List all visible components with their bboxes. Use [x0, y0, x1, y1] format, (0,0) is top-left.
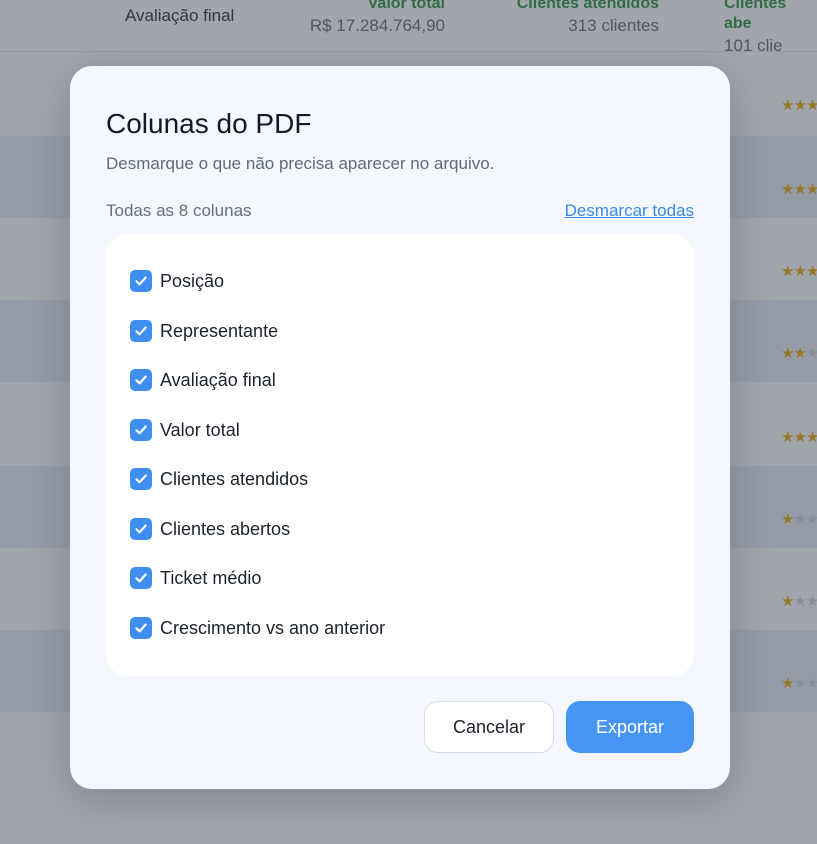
check-icon [135, 573, 147, 583]
column-checkbox-label: Crescimento vs ano anterior [160, 617, 386, 638]
columns-count: Todas as 8 colunas [106, 201, 252, 220]
check-icon [135, 375, 147, 385]
column-checkbox-label: Valor total [160, 419, 240, 440]
checkbox[interactable] [130, 518, 152, 540]
column-checkbox-item[interactable]: Clientes atendidos [130, 466, 308, 492]
check-icon [135, 425, 147, 435]
check-icon [135, 524, 147, 534]
check-icon [135, 623, 147, 633]
column-checkbox-item[interactable]: Posição [130, 268, 224, 294]
checkbox[interactable] [130, 320, 152, 342]
check-icon [135, 276, 147, 286]
column-checkbox-label: Ticket médio [160, 567, 262, 588]
export-button[interactable]: Exportar [566, 701, 694, 753]
checkbox[interactable] [130, 567, 152, 589]
checkbox[interactable] [130, 369, 152, 391]
checkbox[interactable] [130, 617, 152, 639]
check-icon [135, 326, 147, 336]
column-checkbox-item[interactable]: Avaliação final [130, 367, 276, 393]
uncheck-all-link[interactable]: Desmarcar todas [565, 201, 694, 221]
column-checkbox-label: Representante [160, 320, 279, 341]
column-checkbox-label: Clientes atendidos [160, 468, 309, 489]
checkbox[interactable] [130, 419, 152, 441]
dialog-subtitle: Desmarque o que não precisa aparecer no … [106, 154, 495, 173]
column-checkbox-label: Clientes abertos [160, 518, 291, 539]
check-icon [135, 474, 147, 484]
column-checkbox-item[interactable]: Valor total [130, 417, 240, 443]
column-checkbox-item[interactable]: Ticket médio [130, 565, 261, 591]
column-checkbox-item[interactable]: Clientes abertos [130, 516, 290, 542]
cancel-button[interactable]: Cancelar [424, 701, 554, 753]
checkbox[interactable] [130, 270, 152, 292]
column-checkbox-label: Posição [160, 270, 225, 291]
columns-checklist: Posição Representante Avaliação final Valor… [106, 234, 694, 676]
checkbox[interactable] [130, 468, 152, 490]
dialog-title: Colunas do PDF [106, 108, 312, 139]
column-checkbox-item[interactable]: Crescimento vs ano anterior [130, 615, 385, 641]
column-checkbox-item[interactable]: Representante [130, 318, 278, 344]
pdf-columns-dialog: Colunas do PDF Desmarque o que não preci… [70, 66, 730, 789]
column-checkbox-label: Avaliação final [160, 369, 276, 390]
